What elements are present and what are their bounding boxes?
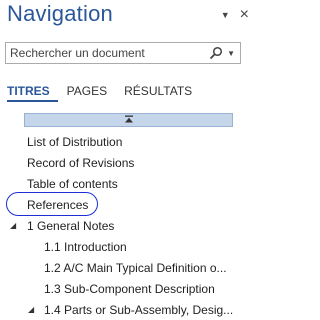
heading-item[interactable]: 1.1 Introduction bbox=[44, 240, 127, 254]
close-icon[interactable]: × bbox=[240, 7, 249, 23]
heading-item[interactable]: 1 General Notes bbox=[27, 219, 114, 233]
heading-item[interactable]: 1.3 Sub-Component Description bbox=[44, 282, 215, 296]
collapse-all-bar[interactable] bbox=[24, 113, 233, 127]
search-input[interactable] bbox=[6, 44, 209, 62]
tab-resultats[interactable]: RÉSULTATS bbox=[124, 84, 200, 102]
magnifier-icon[interactable] bbox=[208, 45, 224, 61]
expanded-triangle-icon[interactable]: ◢ bbox=[28, 305, 34, 314]
heading-item[interactable]: Table of contents bbox=[27, 177, 118, 191]
tab-pages[interactable]: PAGES bbox=[67, 84, 115, 102]
heading-item[interactable]: 1.2 A/C Main Typical Definition o... bbox=[44, 261, 227, 275]
pane-controls: ▼ × bbox=[221, 7, 249, 23]
nav-tabs: TITRES PAGES RÉSULTATS bbox=[7, 84, 209, 102]
chevron-down-icon[interactable]: ▼ bbox=[221, 10, 230, 20]
heading-item[interactable]: Record of Revisions bbox=[27, 156, 134, 170]
pane-title: Navigation bbox=[7, 1, 113, 26]
chevron-down-icon[interactable]: ▼ bbox=[227, 49, 235, 58]
collapse-all-icon bbox=[124, 115, 134, 125]
annotation-circle bbox=[6, 192, 98, 216]
tab-titres[interactable]: TITRES bbox=[7, 84, 58, 102]
heading-item[interactable]: 1.4 Parts or Sub-Assembly, Desig... bbox=[44, 303, 233, 317]
navigation-pane: Navigation ▼ × ▼ TITRES PAGES RÉSULTATS … bbox=[0, 0, 256, 320]
expanded-triangle-icon[interactable]: ◢ bbox=[10, 221, 16, 230]
search-box[interactable]: ▼ bbox=[5, 42, 241, 64]
heading-item[interactable]: List of Distribution bbox=[27, 135, 122, 149]
